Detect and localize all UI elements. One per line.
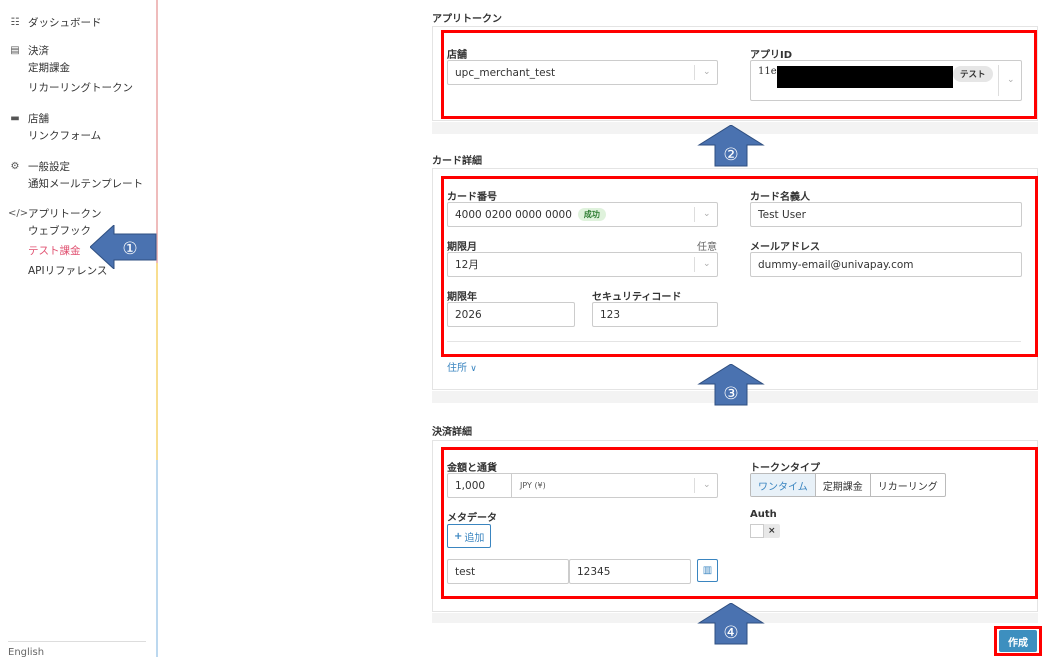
nav-subscriptions[interactable]: 定期課金 [28, 58, 133, 78]
nav-payments-label: 決済 [28, 44, 49, 57]
annotation-arrow-2: ② [697, 125, 765, 167]
nav-recurring-tokens[interactable]: リカーリングトークン [28, 78, 133, 98]
nav-settings-group: ⚙ 一般設定 通知メールテンプレート [8, 158, 144, 194]
nav-payments-group: ▤ 決済 定期課金 リカーリングトークン [8, 42, 133, 98]
card-section-title: カード詳細 [432, 156, 482, 167]
nav-general-settings[interactable]: ⚙ 一般設定 [8, 158, 143, 174]
address-link-label: 住所 [447, 363, 467, 374]
annotation-label-3: ③ [723, 384, 738, 404]
nav-general-settings-label: 一般設定 [28, 160, 70, 173]
annotation-box-4 [441, 447, 1038, 599]
language-selector[interactable]: English [8, 647, 44, 657]
nav-payments[interactable]: ▤ 決済 [8, 42, 133, 58]
annotation-label-2: ② [723, 145, 738, 165]
annotation-label-4: ④ [723, 623, 738, 643]
sidebar-divider [8, 641, 146, 642]
annotation-arrow-1: ① [90, 225, 157, 269]
annotation-arrow-3: ③ [697, 364, 765, 406]
nav-stores-label: 店舗 [28, 112, 49, 125]
code-icon: </> [8, 207, 29, 219]
annotation-arrow-4: ④ [697, 603, 765, 645]
app-token-section-title: アプリトークン [432, 14, 502, 25]
sidebar-border [156, 0, 158, 657]
store-icon: ▬ [10, 112, 20, 124]
gear-icon: ⚙ [10, 160, 20, 172]
chart-icon: ☷ [10, 16, 20, 28]
nav-dashboard[interactable]: ☷ ダッシュボード [8, 14, 102, 30]
card-icon: ▤ [10, 44, 20, 56]
nav-stores[interactable]: ▬ 店舗 [8, 110, 101, 126]
nav-stores-group: ▬ 店舗 リンクフォーム [8, 110, 101, 146]
annotation-box-3 [441, 176, 1038, 357]
sidebar: ☷ ダッシュボード ▤ 決済 定期課金 リカーリングトークン ▬ 店舗 リンクフォーム… [0, 0, 157, 657]
create-button[interactable]: 作成 [999, 630, 1037, 652]
nav-dashboard-label: ダッシュボード [28, 16, 102, 29]
nav-app-tokens[interactable]: </> アプリトークン [8, 205, 107, 221]
chevron-down-icon: ∨ [470, 364, 477, 374]
annotation-label-1: ① [122, 239, 137, 259]
annotation-box-2 [441, 30, 1037, 119]
nav-mail-templates[interactable]: 通知メールテンプレート [28, 174, 143, 194]
payment-section-title: 決済詳細 [432, 427, 472, 438]
address-toggle-link[interactable]: 住所 ∨ [447, 359, 477, 374]
nav-link-form[interactable]: リンクフォーム [28, 126, 101, 146]
nav-app-tokens-label: アプリトークン [28, 207, 102, 220]
